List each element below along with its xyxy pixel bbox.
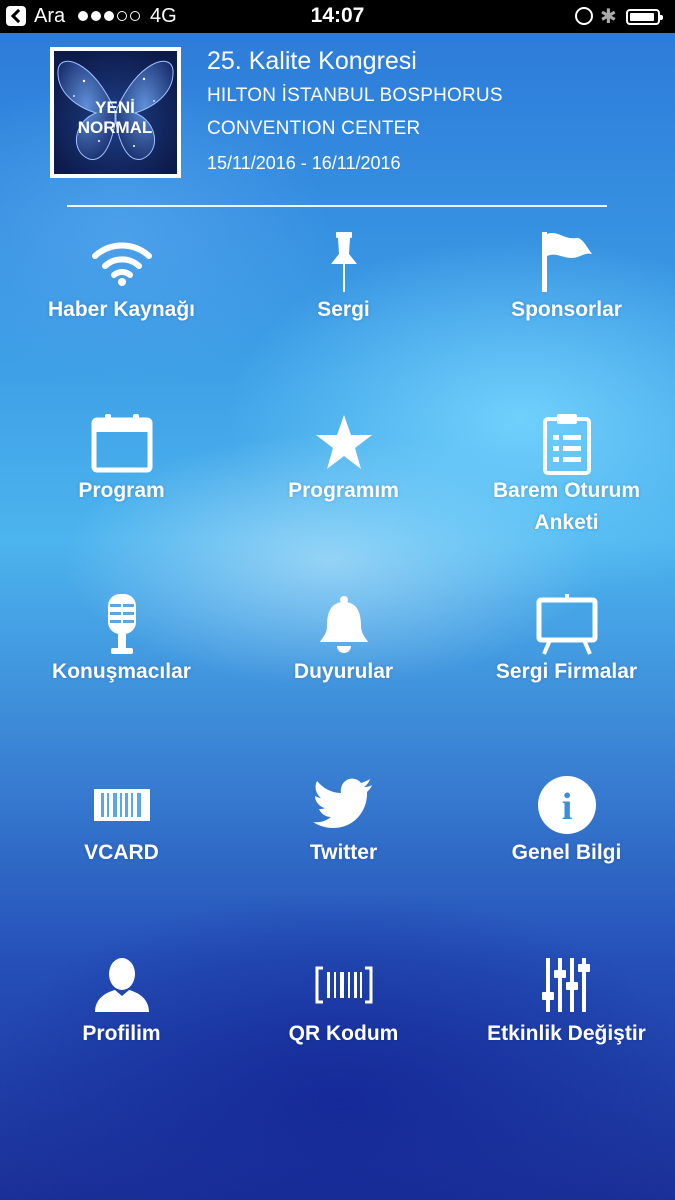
menu-item-program[interactable]: Program <box>9 413 234 507</box>
menu-item-label: Sponsorlar <box>511 298 622 321</box>
svg-text:i: i <box>561 786 572 828</box>
event-logo: YENİ NORMAL <box>50 47 181 178</box>
calendar-icon <box>91 414 152 473</box>
bell-icon <box>319 596 368 653</box>
menu-item-twitter[interactable]: Twitter <box>231 775 456 869</box>
user-icon <box>94 958 149 1012</box>
sliders-icon <box>541 958 590 1012</box>
menu-item-programim[interactable]: Programım <box>231 413 456 507</box>
info-icon: i <box>537 776 596 834</box>
menu-item-label: Sergi Firmalar <box>495 660 638 683</box>
menu-item-label: Haber Kaynağı <box>47 298 196 321</box>
butterfly-logo-icon: YENİ NORMAL <box>57 61 174 160</box>
menu-item-duyurular[interactable]: Duyurular <box>231 594 456 688</box>
menu-item-haber-kaynagi[interactable]: Haber Kaynağı <box>9 232 234 326</box>
vcard-barcode-icon <box>93 789 150 821</box>
menu-item-label: Program <box>78 479 165 502</box>
event-venue-line1: HILTON İSTANBUL BOSPHORUS <box>207 85 503 106</box>
menu-item-label: Genel Bilgi <box>511 841 622 864</box>
menu-item-profilim[interactable]: Profilim <box>9 956 234 1050</box>
logo-text-line2: NORMAL <box>78 118 153 137</box>
event-dates: 15/11/2016 - 16/11/2016 <box>207 153 401 173</box>
menu-item-konusmacilar[interactable]: Konuşmacılar <box>9 594 234 688</box>
star-icon <box>315 415 372 469</box>
clock: 14:07 <box>310 4 365 27</box>
menu-item-label: Konuşmacılar <box>52 660 191 683</box>
menu-item-label: Profilim <box>82 1022 161 1045</box>
header-divider <box>67 205 607 207</box>
qr-code-icon <box>315 966 372 1004</box>
menu-item-label: QR Kodum <box>288 1022 399 1045</box>
event-title: 25. Kalite Kongresi <box>207 47 417 75</box>
logo-text-line1: YENİ <box>95 98 135 117</box>
menu-item-label: Duyurular <box>293 660 394 683</box>
menu-item-label: Barem Oturum <box>492 479 641 502</box>
menu-item-genel-bilgi[interactable]: i Genel Bilgi <box>454 775 675 869</box>
status-bar: Ara 4G 14:07 ✱ <box>0 0 675 33</box>
flag-icon <box>541 232 592 292</box>
rotation-lock-icon <box>575 7 593 25</box>
event-venue-line2: CONVENTION CENTER <box>207 118 421 139</box>
battery-icon <box>626 9 663 25</box>
menu-item-label: Sergi <box>317 298 370 321</box>
menu-item-label-line2: Anketi <box>534 511 599 534</box>
pushpin-icon <box>330 232 357 292</box>
twitter-bird-icon <box>312 778 372 828</box>
menu-item-label: Programım <box>288 479 399 502</box>
menu-item-sergi[interactable]: Sergi <box>231 232 456 326</box>
bluetooth-icon: ✱ <box>600 6 617 28</box>
menu-item-label: VCARD <box>84 841 159 864</box>
menu-item-sponsorlar[interactable]: Sponsorlar <box>454 232 675 326</box>
wifi-icon <box>91 242 152 286</box>
menu-item-vcard[interactable]: VCARD <box>9 775 234 869</box>
clipboard-icon <box>542 414 591 475</box>
menu-item-barem-oturum-anketi[interactable]: Barem Oturum Anketi <box>454 413 675 539</box>
menu-item-etkinlik-degistir[interactable]: Etkinlik Değiştir <box>454 956 675 1050</box>
menu-item-qr-kodum[interactable]: QR Kodum <box>231 956 456 1050</box>
easel-icon <box>536 594 597 655</box>
menu-item-label: Twitter <box>309 841 378 864</box>
menu-item-sergi-firmalar[interactable]: Sergi Firmalar <box>454 594 675 688</box>
microphone-icon <box>107 594 136 654</box>
menu-item-label: Etkinlik Değiştir <box>487 1022 646 1045</box>
